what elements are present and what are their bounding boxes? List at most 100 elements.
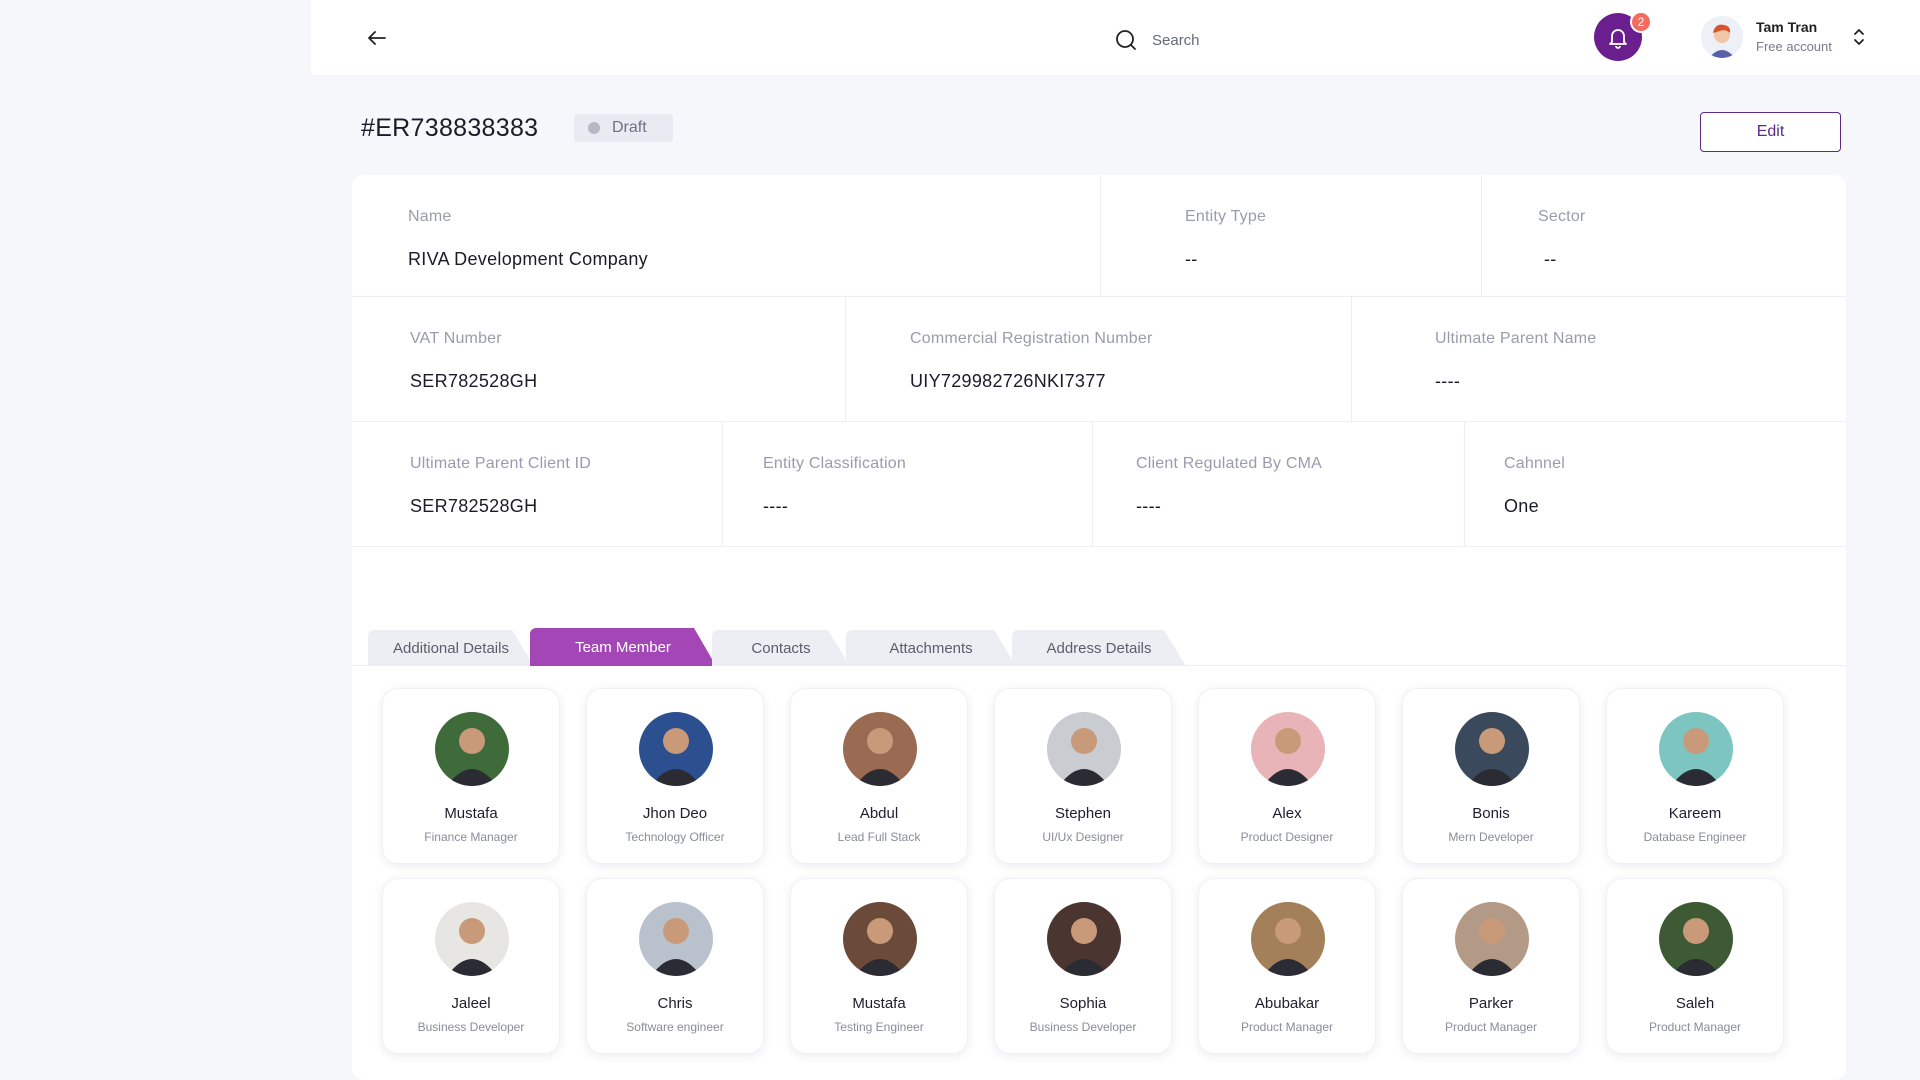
field-value: UIY729982726NKI7377 [910, 371, 1106, 391]
member-photo-icon [1659, 902, 1733, 976]
member-photo-icon [1455, 902, 1529, 976]
details-row: Name RIVA Development Company Entity Typ… [352, 175, 1846, 297]
field-label: Entity Type [1185, 208, 1267, 225]
user-name: Tam Tran [1756, 19, 1818, 35]
team-member-card[interactable]: Chris Software engineer [586, 878, 764, 1054]
field-label: Name [408, 208, 452, 225]
member-avatar [435, 712, 509, 786]
field-value: SER782528GH [410, 371, 538, 391]
member-name: Jhon Deo [642, 805, 708, 822]
team-member-card[interactable]: Bonis Mern Developer [1402, 688, 1580, 864]
field-value: ---- [1435, 371, 1461, 391]
record-id: #ER738838383 [361, 114, 539, 142]
tab-contacts[interactable]: Contacts [712, 630, 850, 666]
field-value: ---- [763, 496, 789, 516]
back-button[interactable] [361, 22, 393, 54]
arrow-left-icon [368, 31, 386, 45]
member-photo-icon [639, 902, 713, 976]
member-photo-icon [843, 712, 917, 786]
team-member-card[interactable]: Abdul Lead Full Stack [790, 688, 968, 864]
search-icon [1116, 30, 1136, 50]
field-client-regulated-by-cma: Client Regulated By CMA ---- [1093, 422, 1465, 546]
field-name: Name RIVA Development Company [352, 175, 1101, 296]
member-name: Jaleel [451, 995, 491, 1012]
chevron-up-down-icon[interactable] [1852, 27, 1866, 47]
member-role: Finance Manager [424, 830, 518, 844]
member-avatar [1455, 902, 1529, 976]
notifications-button[interactable]: 2 [1594, 11, 1652, 61]
member-name: Parker [1468, 995, 1514, 1012]
details-row: VAT Number SER782528GH Commercial Regist… [352, 297, 1846, 422]
bell-icon [1609, 29, 1627, 49]
member-avatar [1047, 712, 1121, 786]
member-name: Abubakar [1254, 995, 1320, 1012]
member-name: Chris [657, 995, 693, 1012]
top-bar: 2 Tam Tran Free account [311, 0, 1920, 75]
member-name: Kareem [1668, 805, 1722, 822]
tab-team-member[interactable]: Team Member [530, 628, 716, 666]
field-label: Entity Classification [763, 455, 906, 472]
team-member-card[interactable]: Sophia Business Developer [994, 878, 1172, 1054]
user-avatar-illustration [1701, 16, 1743, 58]
tab-address-details[interactable]: Address Details [1012, 630, 1186, 666]
field-label: Client Regulated By CMA [1136, 455, 1323, 472]
team-member-card[interactable]: Mustafa Finance Manager [382, 688, 560, 864]
tab-additional-details[interactable]: Additional Details [368, 630, 534, 666]
member-avatar [1659, 902, 1733, 976]
member-photo-icon [435, 902, 509, 976]
member-role: Testing Engineer [834, 1020, 924, 1034]
member-name: Sophia [1059, 995, 1107, 1012]
member-photo-icon [435, 712, 509, 786]
tab-attachments[interactable]: Attachments [846, 630, 1016, 666]
member-avatar [1251, 712, 1325, 786]
field-label: Cahnnel [1504, 455, 1566, 472]
member-role: Business Developer [1029, 1020, 1137, 1034]
member-avatar [639, 712, 713, 786]
member-avatar [435, 902, 509, 976]
member-photo-icon [1251, 712, 1325, 786]
search-input[interactable] [1152, 31, 1292, 49]
left-sidebar [0, 0, 311, 1080]
member-avatar [1251, 902, 1325, 976]
member-avatar [1455, 712, 1529, 786]
member-photo-icon [1251, 902, 1325, 976]
team-member-card[interactable]: Stephen UI/Ux Designer [994, 688, 1172, 864]
team-member-card[interactable]: Parker Product Manager [1402, 878, 1580, 1054]
field-label: VAT Number [410, 330, 502, 347]
member-photo-icon [843, 902, 917, 976]
member-name: Abdul [859, 805, 899, 822]
team-member-card[interactable]: Mustafa Testing Engineer [790, 878, 968, 1054]
field-sector: Sector -- [1482, 175, 1846, 296]
team-member-card[interactable]: Alex Product Designer [1198, 688, 1376, 864]
details-card: Name RIVA Development Company Entity Typ… [352, 175, 1846, 1080]
status-badge: Draft [574, 114, 673, 142]
field-commercial-registration-number: Commercial Registration Number UIY729982… [846, 297, 1352, 421]
status-label: Draft [612, 119, 647, 136]
member-photo-icon [1047, 712, 1121, 786]
member-role: Technology Officer [625, 830, 725, 844]
detail-tabs: Additional Details Team Member Contacts … [368, 626, 1182, 666]
field-vat-number: VAT Number SER782528GH [352, 297, 846, 421]
member-avatar [1047, 902, 1121, 976]
team-member-card[interactable]: Saleh Product Manager [1606, 878, 1784, 1054]
details-row: Ultimate Parent Client ID SER782528GH En… [352, 422, 1846, 547]
search-bar[interactable] [1114, 28, 1292, 52]
team-member-card[interactable]: Kareem Database Engineer [1606, 688, 1784, 864]
field-ultimate-parent-name: Ultimate Parent Name ---- [1352, 297, 1846, 421]
member-photo-icon [1659, 712, 1733, 786]
team-member-card[interactable]: Abubakar Product Manager [1198, 878, 1376, 1054]
member-name: Mustafa [444, 805, 498, 822]
team-member-card[interactable]: Jhon Deo Technology Officer [586, 688, 764, 864]
field-value: -- [1185, 249, 1198, 269]
user-menu[interactable]: Tam Tran Free account [1701, 16, 1866, 58]
member-role: Product Designer [1240, 830, 1334, 844]
member-name: Bonis [1472, 805, 1510, 822]
edit-button[interactable]: Edit [1700, 112, 1841, 152]
field-label: Commercial Registration Number [910, 330, 1153, 347]
member-name: Saleh [1675, 995, 1715, 1012]
member-role: Software engineer [626, 1020, 724, 1034]
field-label: Sector [1538, 208, 1586, 225]
team-member-card[interactable]: Jaleel Business Developer [382, 878, 560, 1054]
field-value: ---- [1136, 496, 1162, 516]
member-role: Product Manager [1648, 1020, 1742, 1034]
